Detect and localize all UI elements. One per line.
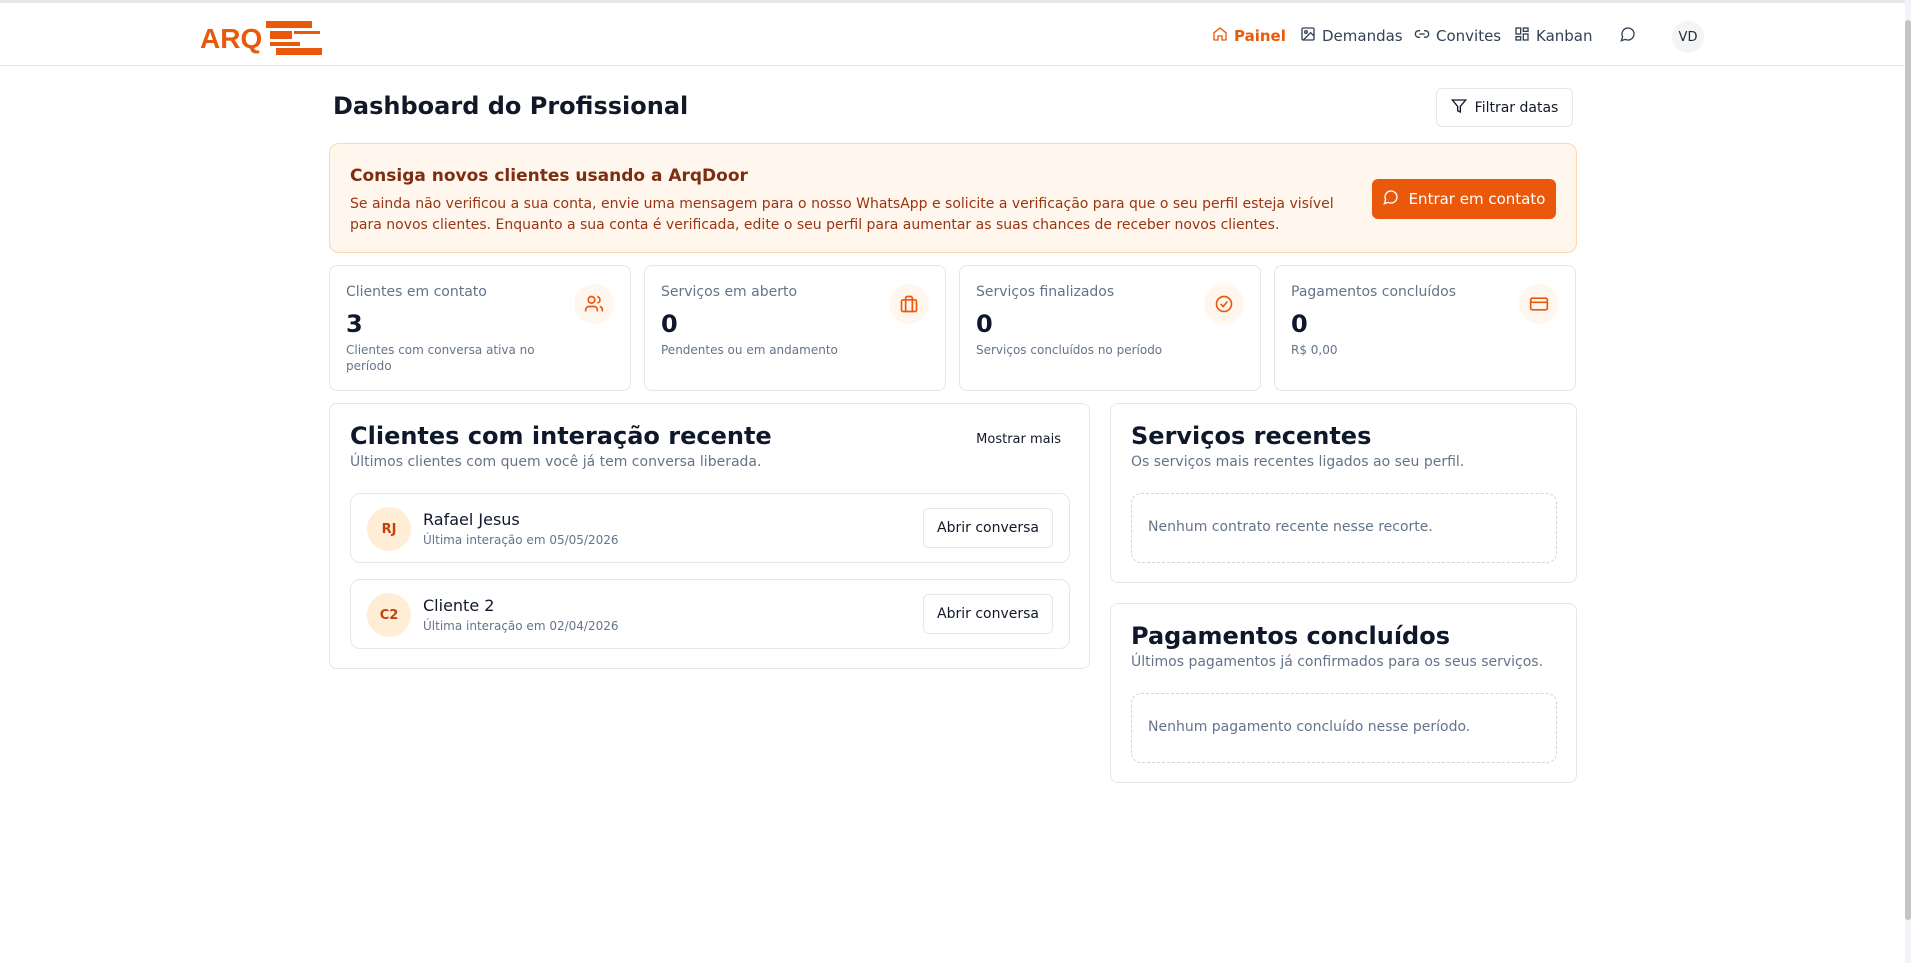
recent-services-panel: Serviços recentes Os serviços mais recen…	[1110, 403, 1577, 583]
nav-label: Demandas	[1322, 27, 1403, 45]
open-conversation-button[interactable]: Abrir conversa	[923, 508, 1053, 548]
check-circle-icon	[1204, 284, 1244, 324]
page-title: Dashboard do Profissional	[333, 92, 689, 120]
scrollbar-thumb[interactable]	[1905, 20, 1911, 920]
stat-label: Pagamentos concluídos	[1291, 284, 1457, 300]
nav-painel[interactable]: Painel	[1212, 25, 1286, 47]
chat-button[interactable]	[1620, 25, 1636, 47]
stat-subtext: Pendentes ou em andamento	[661, 343, 838, 357]
client-row: RJ Rafael Jesus Última interação em 05/0…	[350, 493, 1070, 563]
payments-panel: Pagamentos concluídos Últimos pagamentos…	[1110, 603, 1577, 783]
empty-state: Nenhum contrato recente nesse recorte.	[1131, 493, 1557, 563]
stat-value: 3	[346, 310, 363, 338]
open-conversation-button[interactable]: Abrir conversa	[923, 594, 1053, 634]
panel-title: Clientes com interação recente	[350, 422, 772, 450]
stat-subtext: R$ 0,00	[1291, 343, 1338, 357]
nav-label: Painel	[1234, 27, 1286, 45]
briefcase-icon	[889, 284, 929, 324]
credit-card-icon	[1519, 284, 1559, 324]
users-icon	[574, 284, 614, 324]
panel-title: Serviços recentes	[1131, 422, 1372, 450]
panel-title: Pagamentos concluídos	[1131, 622, 1451, 650]
stat-card-payments: Pagamentos concluídos 0 R$ 0,00	[1274, 265, 1576, 391]
svg-text:ARQ: ARQ	[200, 23, 262, 54]
contact-button[interactable]: Entrar em contato	[1372, 179, 1556, 219]
stat-value: 0	[661, 310, 678, 338]
contact-label: Entrar em contato	[1408, 190, 1546, 208]
grid-icon	[1514, 26, 1530, 46]
stat-subtext: Clientes com conversa ativa no período	[346, 343, 535, 373]
show-more-link[interactable]: Mostrar mais	[976, 432, 1061, 447]
stat-card-open-services: Serviços em aberto 0 Pendentes ou em and…	[644, 265, 946, 391]
chat-icon	[1382, 189, 1399, 209]
stat-value: 0	[976, 310, 993, 338]
client-avatar: RJ	[367, 507, 411, 551]
client-last-interaction: Última interação em 02/04/2026	[423, 619, 619, 633]
nav-label: Convites	[1436, 27, 1502, 45]
stat-value: 0	[1291, 310, 1308, 338]
arq-logo[interactable]: ARQ	[200, 19, 326, 55]
stat-card-finished-services: Serviços finalizados 0 Serviços concluíd…	[959, 265, 1261, 391]
client-last-interaction: Última interação em 05/05/2026	[423, 533, 619, 547]
empty-text: Nenhum contrato recente nesse recorte.	[1148, 519, 1433, 535]
promo-banner: Consiga novos clientes usando a ArqDoor …	[329, 143, 1577, 253]
nav-label: Kanban	[1536, 27, 1593, 45]
filter-dates-button[interactable]: Filtrar datas	[1436, 88, 1573, 127]
empty-state: Nenhum pagamento concluído nesse período…	[1131, 693, 1557, 763]
banner-title: Consiga novos clientes usando a ArqDoor	[350, 166, 748, 186]
panel-subtitle: Últimos clientes com quem você já tem co…	[350, 454, 762, 470]
scrollbar[interactable]	[1905, 0, 1911, 963]
stat-subtext: Serviços concluídos no período	[976, 343, 1163, 357]
stat-card-clients: Clientes em contato 3 Clientes com conve…	[329, 265, 631, 391]
panel-subtitle: Os serviços mais recentes ligados ao seu…	[1131, 454, 1465, 470]
stat-label: Serviços finalizados	[976, 284, 1115, 300]
stat-label: Clientes em contato	[346, 284, 487, 300]
user-avatar[interactable]: VD	[1672, 21, 1704, 53]
client-name: Cliente 2	[423, 596, 495, 615]
banner-text: Se ainda não verificou a sua conta, envi…	[350, 196, 1334, 233]
empty-text: Nenhum pagamento concluído nesse período…	[1148, 719, 1471, 735]
nav-convites[interactable]: Convites	[1414, 25, 1501, 47]
nav-demandas[interactable]: Demandas	[1300, 25, 1403, 47]
client-row: C2 Cliente 2 Última interação em 02/04/2…	[350, 579, 1070, 649]
stat-label: Serviços em aberto	[661, 284, 798, 300]
link-icon	[1414, 26, 1430, 46]
chat-icon	[1620, 26, 1636, 46]
filter-icon	[1450, 98, 1467, 118]
nav-kanban[interactable]: Kanban	[1514, 25, 1593, 47]
home-icon	[1212, 26, 1228, 46]
image-icon	[1300, 26, 1316, 46]
client-avatar: C2	[367, 593, 411, 637]
filter-label: Filtrar datas	[1474, 99, 1559, 116]
recent-clients-panel: Clientes com interação recente Últimos c…	[329, 403, 1090, 669]
top-header: ARQ Painel Demandas Convites Kanban VD	[0, 3, 1906, 66]
client-name: Rafael Jesus	[423, 510, 520, 529]
panel-subtitle: Últimos pagamentos já confirmados para o…	[1131, 654, 1544, 670]
